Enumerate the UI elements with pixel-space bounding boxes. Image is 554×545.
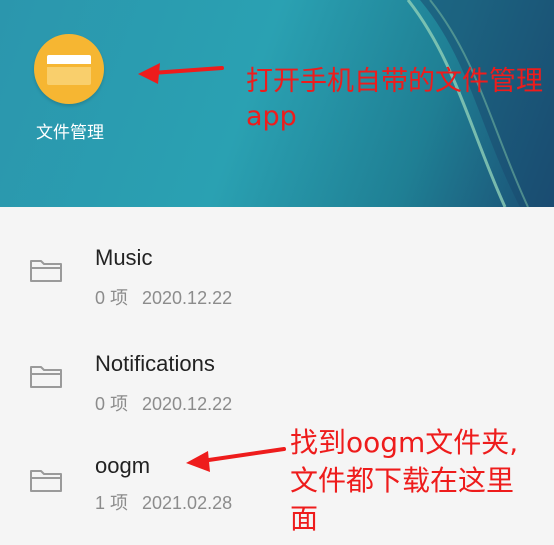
- home-screen-wallpaper: 文件管理 打开手机自带的文件管理app: [0, 0, 554, 207]
- file-meta: 1 项 2021.02.28: [95, 493, 233, 513]
- annotation-open-file-manager: 打开手机自带的文件管理app: [246, 66, 543, 132]
- annotation-find-oogm-folder: 找到oogm文件夹,文件都下载在这里面: [290, 426, 519, 535]
- file-manager-app-icon[interactable]: [34, 34, 104, 104]
- file-meta: 0 项 2020.12.22: [95, 288, 233, 308]
- file-meta: 0 项 2020.12.22: [95, 394, 233, 414]
- file-name: oogm: [95, 453, 151, 478]
- folder-icon: [30, 260, 62, 282]
- file-name: Music: [95, 245, 153, 270]
- folder-icon: [47, 55, 91, 64]
- list-item-music[interactable]: Music 0 项 2020.12.22: [0, 215, 554, 315]
- folder-icon: [30, 470, 62, 492]
- file-name: Notifications: [95, 351, 215, 376]
- folder-icon: [30, 366, 62, 388]
- list-item-notifications[interactable]: Notifications 0 项 2020.12.22: [0, 321, 554, 421]
- file-manager-app-label[interactable]: 文件管理: [20, 118, 120, 143]
